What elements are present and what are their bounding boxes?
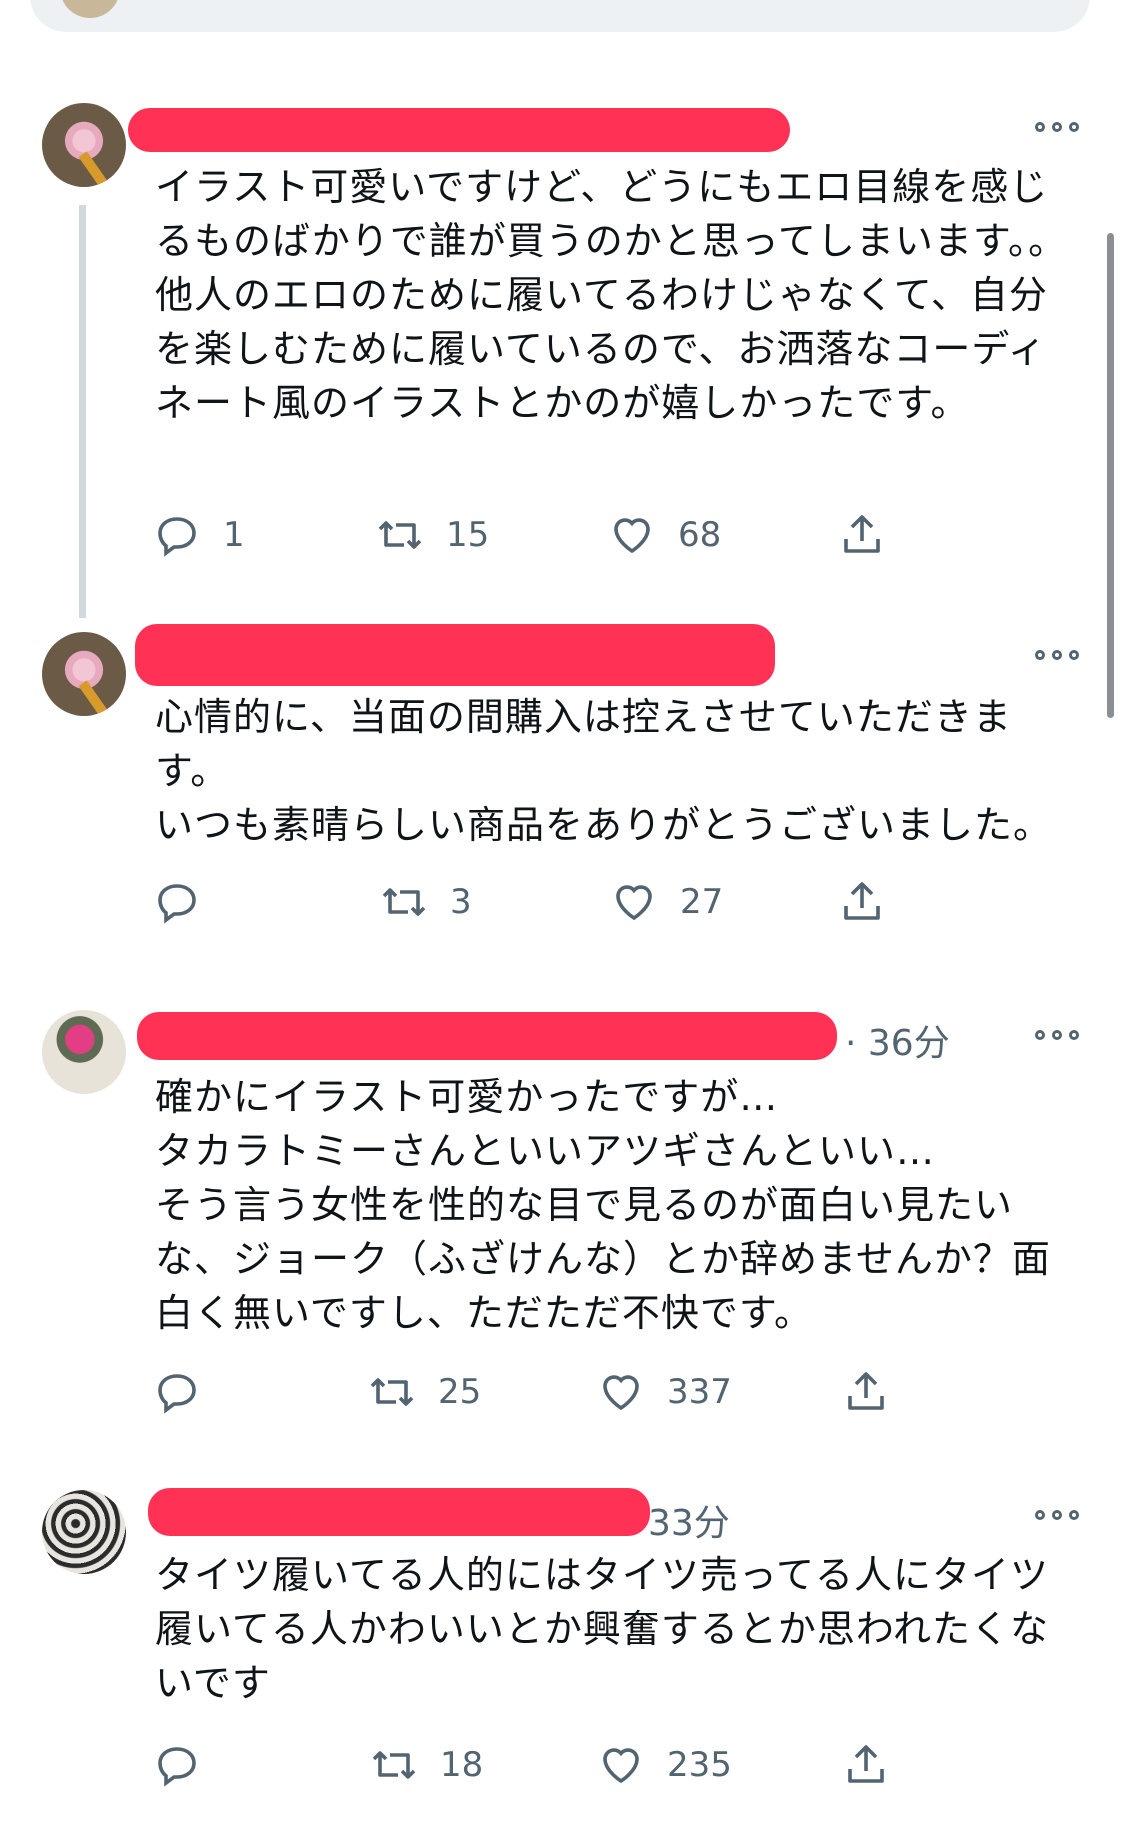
reply-icon: [158, 884, 196, 924]
avatar[interactable]: [42, 632, 126, 716]
tweet-text: タイツ履いてる人的にはタイツ売ってる人にタイツ履いてる人かわいいとか興奮するとか…: [155, 1553, 1049, 1705]
like-icon: [616, 885, 652, 921]
like-count: 337: [667, 1372, 732, 1412]
like-icon: [614, 518, 650, 554]
tweet-actions: 3 27: [0, 872, 1125, 932]
like-count: 68: [678, 515, 722, 555]
share-icon: [844, 515, 880, 553]
reply-button[interactable]: [153, 1735, 223, 1795]
reply-button[interactable]: [153, 872, 223, 932]
retweet-count: 18: [440, 1745, 484, 1785]
share-button[interactable]: [838, 872, 886, 932]
retweet-icon: [370, 1378, 414, 1406]
reply-button[interactable]: 1: [153, 505, 245, 565]
retweet-button[interactable]: 3: [380, 872, 472, 932]
retweet-count: 15: [446, 515, 490, 555]
timestamp[interactable]: · 36分: [845, 1014, 950, 1066]
share-icon: [848, 1745, 884, 1783]
timestamp[interactable]: 33分: [648, 1494, 730, 1546]
share-icon: [848, 1372, 884, 1410]
retweet-button[interactable]: 25: [368, 1362, 481, 1422]
tweet-text: イラスト可愛いですけど、どうにもエロ目線を感じるものばかりで誰が買うのかと思って…: [155, 165, 1068, 425]
retweet-button[interactable]: 18: [370, 1735, 483, 1795]
tweet-actions: 18 235: [0, 1735, 1125, 1795]
reply-button[interactable]: [153, 1362, 223, 1422]
like-button[interactable]: 337: [597, 1362, 732, 1422]
retweet-count: 25: [438, 1372, 482, 1412]
avatar[interactable]: [42, 1490, 126, 1574]
share-button[interactable]: [838, 505, 886, 565]
tweet-text: 心情的に、当面の間購入は控えさせていただきます。 いつも素晴らしい商品をありがと…: [155, 695, 1053, 847]
like-button[interactable]: 68: [608, 505, 721, 565]
share-icon: [844, 882, 880, 920]
like-icon: [603, 1748, 639, 1784]
redacted-username: [128, 108, 790, 152]
like-count: 27: [680, 882, 724, 922]
more-icon[interactable]: [1035, 1028, 1079, 1042]
reply-icon: [158, 1747, 196, 1787]
scrollbar[interactable]: [1107, 233, 1114, 718]
like-button[interactable]: 27: [610, 872, 723, 932]
avatar[interactable]: [42, 1010, 126, 1094]
more-icon[interactable]: [1035, 120, 1079, 134]
more-icon[interactable]: [1035, 648, 1079, 662]
previous-tweet-card-edge: [30, 0, 1090, 32]
redacted-username: [137, 1012, 837, 1060]
tweet-actions: 1 15 68: [0, 505, 1125, 565]
retweet-button[interactable]: 15: [376, 505, 489, 565]
like-icon: [603, 1375, 639, 1411]
avatar[interactable]: [42, 103, 126, 187]
reply-icon: [158, 1374, 196, 1414]
share-button[interactable]: [842, 1735, 890, 1795]
redacted-username: [148, 1488, 650, 1536]
retweet-count: 3: [450, 882, 472, 922]
tweet-actions: 25 337: [0, 1362, 1125, 1422]
reply-count: 1: [223, 515, 245, 555]
retweet-icon: [382, 888, 426, 916]
redacted-username: [135, 624, 775, 686]
reply-icon: [158, 517, 196, 557]
share-button[interactable]: [842, 1362, 890, 1422]
retweet-icon: [372, 1751, 416, 1779]
like-count: 235: [667, 1745, 732, 1785]
more-icon[interactable]: [1035, 1508, 1079, 1522]
tweet-text: 確かにイラスト可愛かったですが… タカラトミーさんといいアツギさんといい… そう…: [155, 1075, 1051, 1335]
retweet-icon: [378, 521, 422, 549]
like-button[interactable]: 235: [597, 1735, 732, 1795]
